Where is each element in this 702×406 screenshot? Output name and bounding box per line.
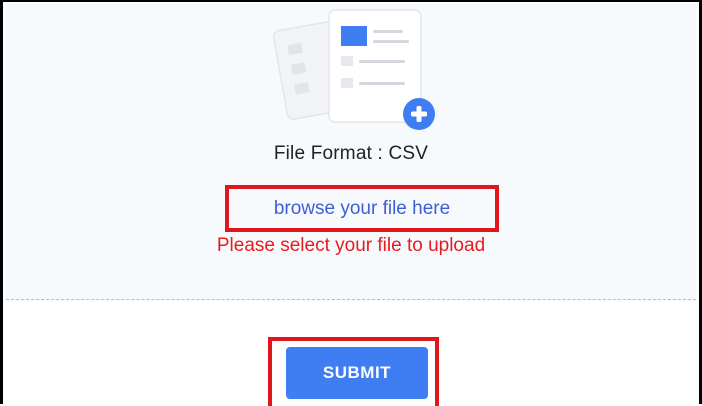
file-format-label: File Format : CSV — [273, 143, 429, 164]
browse-file-link[interactable]: browse your file here — [225, 185, 499, 232]
section-divider — [6, 299, 696, 300]
plus-circle-icon — [403, 98, 435, 130]
browse-file-text[interactable]: browse your file here — [274, 198, 450, 220]
upload-error-message: Please select your file to upload — [216, 235, 486, 256]
submit-button[interactable]: SUBMIT — [286, 347, 428, 399]
upload-panel: File Format : CSV browse your file here … — [0, 0, 702, 406]
document-add-icon — [271, 4, 447, 132]
